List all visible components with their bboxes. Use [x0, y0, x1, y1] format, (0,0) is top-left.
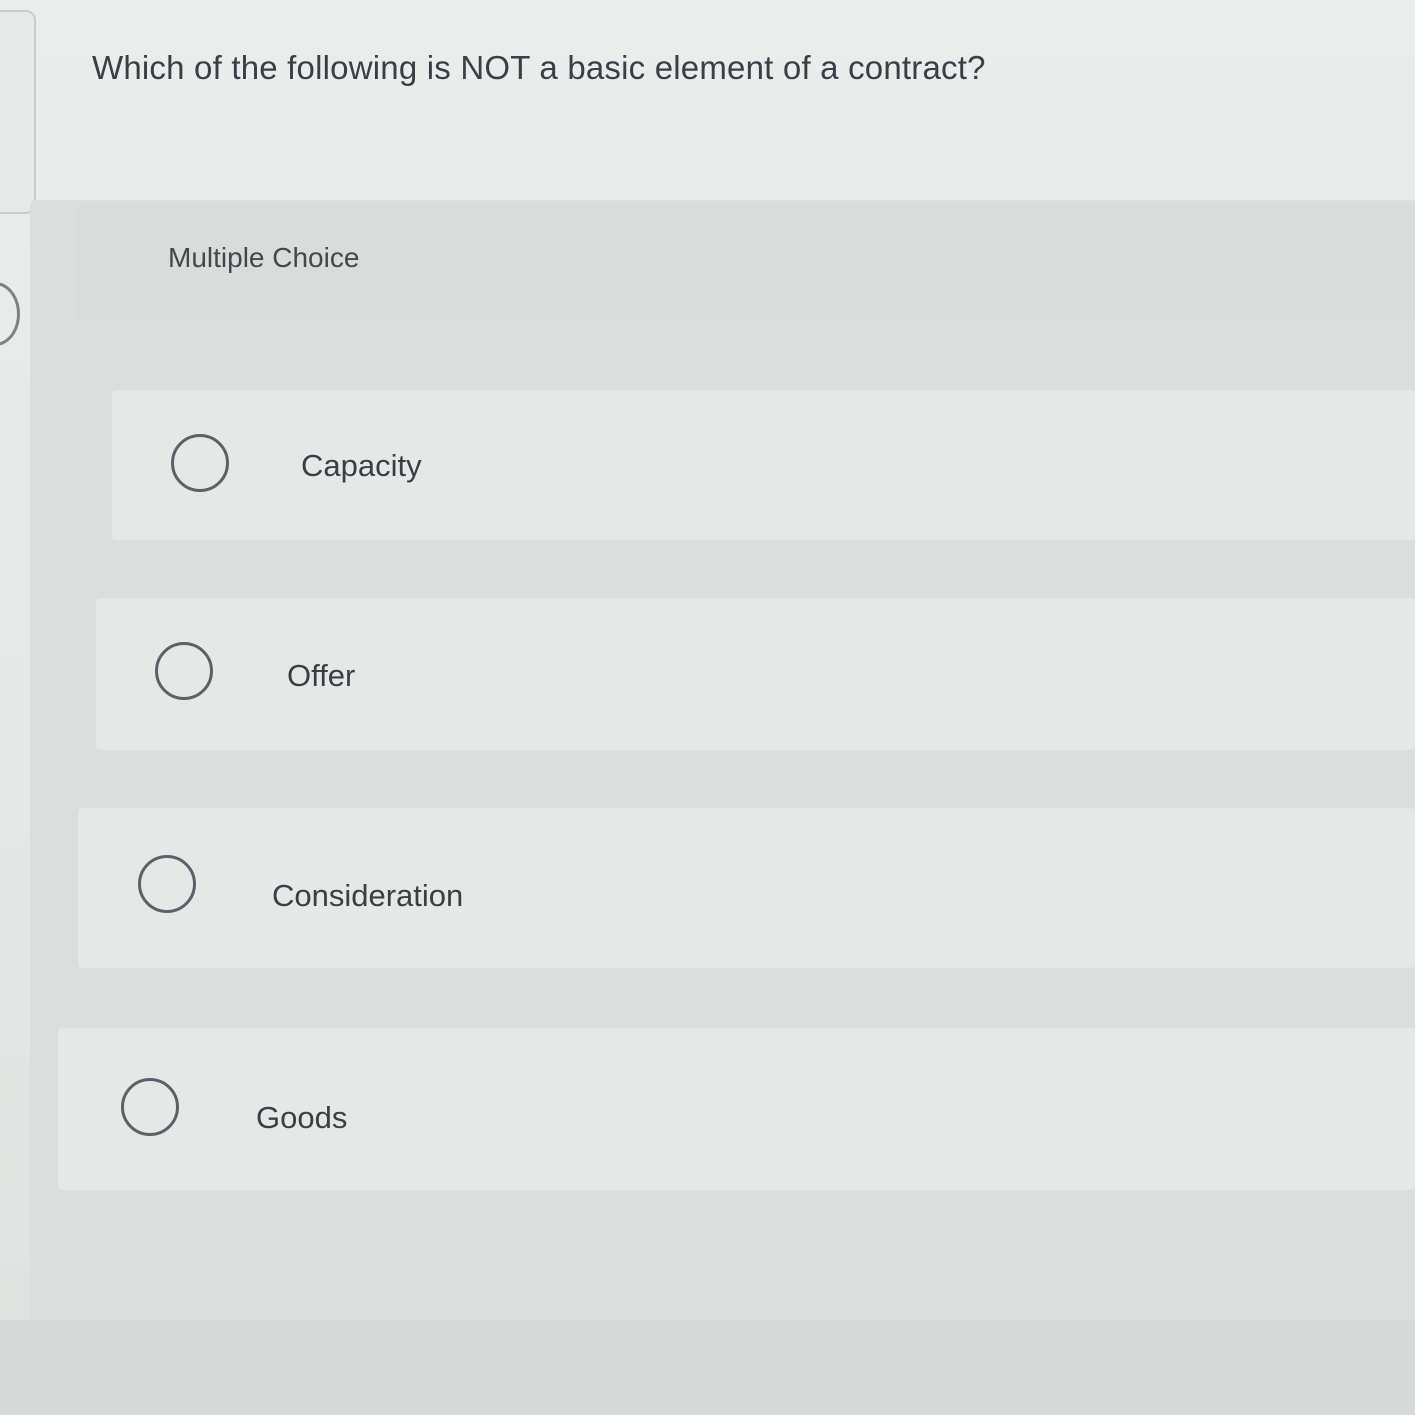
question-text: Which of the following is NOT a basic el… [92, 49, 986, 86]
option-capacity[interactable]: Capacity [112, 390, 1415, 540]
option-label: Capacity [301, 448, 422, 483]
option-label: Offer [287, 658, 356, 693]
option-label: Consideration [272, 878, 464, 913]
multiple-choice-label: Multiple Choice [168, 242, 360, 273]
radio-button-icon[interactable] [171, 434, 229, 492]
radio-button-icon[interactable] [138, 855, 196, 913]
page-footer-area [0, 1320, 1415, 1415]
radio-button-icon[interactable] [155, 642, 213, 700]
option-goods[interactable]: Goods [58, 1028, 1415, 1190]
option-label: Goods [256, 1100, 348, 1135]
option-offer[interactable]: Offer [96, 598, 1415, 750]
radio-button-icon[interactable] [121, 1078, 179, 1136]
option-consideration[interactable]: Consideration [78, 808, 1415, 968]
side-tab[interactable] [0, 10, 36, 214]
